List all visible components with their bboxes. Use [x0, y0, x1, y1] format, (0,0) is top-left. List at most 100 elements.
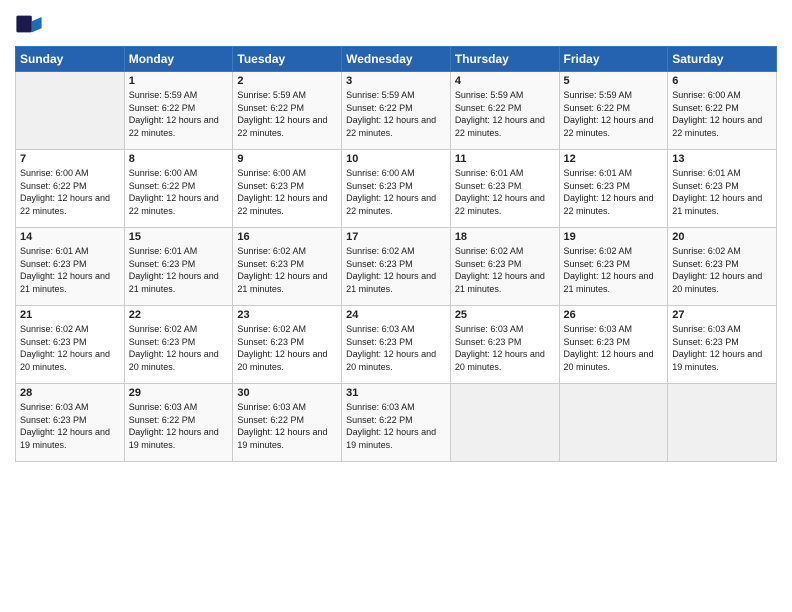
day-number: 9 [237, 153, 337, 165]
day-of-week-header: Tuesday [233, 47, 342, 72]
day-info: Sunrise: 6:03 AMSunset: 6:23 PMDaylight:… [564, 323, 664, 373]
day-info: Sunrise: 5:59 AMSunset: 6:22 PMDaylight:… [564, 89, 664, 139]
day-info: Sunrise: 6:01 AMSunset: 6:23 PMDaylight:… [672, 167, 772, 217]
day-info: Sunrise: 5:59 AMSunset: 6:22 PMDaylight:… [455, 89, 555, 139]
day-info: Sunrise: 6:03 AMSunset: 6:23 PMDaylight:… [455, 323, 555, 373]
calendar-cell: 10 Sunrise: 6:00 AMSunset: 6:23 PMDayligh… [342, 150, 451, 228]
calendar-cell: 12Sunrise: 6:01 AMSunset: 6:23 PMDayligh… [559, 150, 668, 228]
calendar-week-row: 28 Sunrise: 6:03 AMSunset: 6:23 PMDayligh… [16, 384, 777, 462]
calendar-cell: 17 Sunrise: 6:02 AMSunset: 6:23 PMDayligh… [342, 228, 451, 306]
day-number: 14 [20, 231, 120, 243]
calendar-week-row: 21 Sunrise: 6:02 AMSunset: 6:23 PMDayligh… [16, 306, 777, 384]
day-info: Sunrise: 6:03 AMSunset: 6:22 PMDaylight:… [346, 401, 446, 451]
day-info: Sunrise: 6:02 AMSunset: 6:23 PMDaylight:… [455, 245, 555, 295]
calendar-cell: 27 Sunrise: 6:03 AMSunset: 6:23 PMDayligh… [668, 306, 777, 384]
day-number: 29 [129, 387, 229, 399]
day-number: 20 [672, 231, 772, 243]
day-info: Sunrise: 5:59 AMSunset: 6:22 PMDaylight:… [237, 89, 337, 139]
day-of-week-header: Saturday [668, 47, 777, 72]
calendar-cell: 20 Sunrise: 6:02 AMSunset: 6:23 PMDayligh… [668, 228, 777, 306]
day-info: Sunrise: 6:02 AMSunset: 6:23 PMDaylight:… [564, 245, 664, 295]
calendar-cell: 13 Sunrise: 6:01 AMSunset: 6:23 PMDayligh… [668, 150, 777, 228]
day-info: Sunrise: 6:02 AMSunset: 6:23 PMDaylight:… [672, 245, 772, 295]
calendar-cell [16, 72, 125, 150]
day-info: Sunrise: 6:03 AMSunset: 6:23 PMDaylight:… [20, 401, 120, 451]
calendar-week-row: 14 Sunrise: 6:01 AMSunset: 6:23 PMDayligh… [16, 228, 777, 306]
day-info: Sunrise: 6:01 AMSunset: 6:23 PMDaylight:… [455, 167, 555, 217]
calendar-cell [450, 384, 559, 462]
calendar-cell: 21Sunrise: 6:02 AMSunset: 6:23 PMDayligh… [16, 306, 125, 384]
day-of-week-header: Monday [124, 47, 233, 72]
calendar-cell: 16Sunrise: 6:02 AMSunset: 6:23 PMDayligh… [233, 228, 342, 306]
calendar-cell: 24 Sunrise: 6:03 AMSunset: 6:23 PMDayligh… [342, 306, 451, 384]
day-number: 15 [129, 231, 229, 243]
day-number: 30 [237, 387, 337, 399]
calendar-cell: 28 Sunrise: 6:03 AMSunset: 6:23 PMDayligh… [16, 384, 125, 462]
calendar-cell: 18 Sunrise: 6:02 AMSunset: 6:23 PMDayligh… [450, 228, 559, 306]
day-info: Sunrise: 6:00 AMSunset: 6:22 PMDaylight:… [20, 167, 120, 217]
day-info: Sunrise: 6:01 AMSunset: 6:23 PMDaylight:… [564, 167, 664, 217]
day-number: 26 [564, 309, 664, 321]
day-number: 4 [455, 75, 555, 87]
day-info: Sunrise: 6:03 AMSunset: 6:23 PMDaylight:… [672, 323, 772, 373]
day-number: 17 [346, 231, 446, 243]
calendar-cell: 25 Sunrise: 6:03 AMSunset: 6:23 PMDayligh… [450, 306, 559, 384]
calendar-cell: 4 Sunrise: 5:59 AMSunset: 6:22 PMDaylight… [450, 72, 559, 150]
day-number: 18 [455, 231, 555, 243]
day-info: Sunrise: 6:02 AMSunset: 6:23 PMDaylight:… [346, 245, 446, 295]
calendar-cell: 3 Sunrise: 5:59 AMSunset: 6:22 PMDaylight… [342, 72, 451, 150]
calendar-cell: 31 Sunrise: 6:03 AMSunset: 6:22 PMDayligh… [342, 384, 451, 462]
calendar-cell [559, 384, 668, 462]
day-of-week-header: Friday [559, 47, 668, 72]
calendar-cell: 29 Sunrise: 6:03 AMSunset: 6:22 PMDayligh… [124, 384, 233, 462]
day-number: 28 [20, 387, 120, 399]
calendar-week-row: 7 Sunrise: 6:00 AMSunset: 6:22 PMDaylight… [16, 150, 777, 228]
day-number: 5 [564, 75, 664, 87]
day-of-week-header: Wednesday [342, 47, 451, 72]
day-info: Sunrise: 6:00 AMSunset: 6:23 PMDaylight:… [346, 167, 446, 217]
day-info: Sunrise: 6:03 AMSunset: 6:23 PMDaylight:… [346, 323, 446, 373]
day-number: 21 [20, 309, 120, 321]
day-number: 7 [20, 153, 120, 165]
calendar-cell: 19Sunrise: 6:02 AMSunset: 6:23 PMDayligh… [559, 228, 668, 306]
day-number: 25 [455, 309, 555, 321]
day-number: 11 [455, 153, 555, 165]
day-number: 23 [237, 309, 337, 321]
day-info: Sunrise: 6:02 AMSunset: 6:23 PMDaylight:… [237, 245, 337, 295]
calendar-cell: 9Sunrise: 6:00 AMSunset: 6:23 PMDaylight… [233, 150, 342, 228]
day-number: 27 [672, 309, 772, 321]
calendar-cell: 22Sunrise: 6:02 AMSunset: 6:23 PMDayligh… [124, 306, 233, 384]
day-number: 1 [129, 75, 229, 87]
calendar-cell: 8 Sunrise: 6:00 AMSunset: 6:22 PMDaylight… [124, 150, 233, 228]
logo-icon [15, 10, 43, 38]
day-info: Sunrise: 5:59 AMSunset: 6:22 PMDaylight:… [129, 89, 229, 139]
day-info: Sunrise: 6:00 AMSunset: 6:22 PMDaylight:… [672, 89, 772, 139]
calendar-header-row: SundayMondayTuesdayWednesdayThursdayFrid… [16, 47, 777, 72]
day-info: Sunrise: 6:02 AMSunset: 6:23 PMDaylight:… [129, 323, 229, 373]
calendar-cell: 7 Sunrise: 6:00 AMSunset: 6:22 PMDaylight… [16, 150, 125, 228]
day-number: 24 [346, 309, 446, 321]
day-info: Sunrise: 5:59 AMSunset: 6:22 PMDaylight:… [346, 89, 446, 139]
day-info: Sunrise: 6:01 AMSunset: 6:23 PMDaylight:… [129, 245, 229, 295]
day-number: 8 [129, 153, 229, 165]
day-info: Sunrise: 6:03 AMSunset: 6:22 PMDaylight:… [237, 401, 337, 451]
calendar-cell: 14 Sunrise: 6:01 AMSunset: 6:23 PMDayligh… [16, 228, 125, 306]
calendar-cell: 1 Sunrise: 5:59 AMSunset: 6:22 PMDaylight… [124, 72, 233, 150]
main-container: SundayMondayTuesdayWednesdayThursdayFrid… [0, 0, 792, 472]
day-number: 13 [672, 153, 772, 165]
logo [15, 10, 45, 38]
calendar-cell: 2Sunrise: 5:59 AMSunset: 6:22 PMDaylight… [233, 72, 342, 150]
day-number: 3 [346, 75, 446, 87]
header [15, 10, 777, 38]
calendar-cell: 11 Sunrise: 6:01 AMSunset: 6:23 PMDayligh… [450, 150, 559, 228]
calendar-cell [668, 384, 777, 462]
calendar-table: SundayMondayTuesdayWednesdayThursdayFrid… [15, 46, 777, 462]
calendar-cell: 15 Sunrise: 6:01 AMSunset: 6:23 PMDayligh… [124, 228, 233, 306]
day-number: 10 [346, 153, 446, 165]
day-info: Sunrise: 6:01 AMSunset: 6:23 PMDaylight:… [20, 245, 120, 295]
day-number: 31 [346, 387, 446, 399]
day-info: Sunrise: 6:03 AMSunset: 6:22 PMDaylight:… [129, 401, 229, 451]
day-of-week-header: Thursday [450, 47, 559, 72]
day-info: Sunrise: 6:00 AMSunset: 6:22 PMDaylight:… [129, 167, 229, 217]
calendar-week-row: 1 Sunrise: 5:59 AMSunset: 6:22 PMDaylight… [16, 72, 777, 150]
